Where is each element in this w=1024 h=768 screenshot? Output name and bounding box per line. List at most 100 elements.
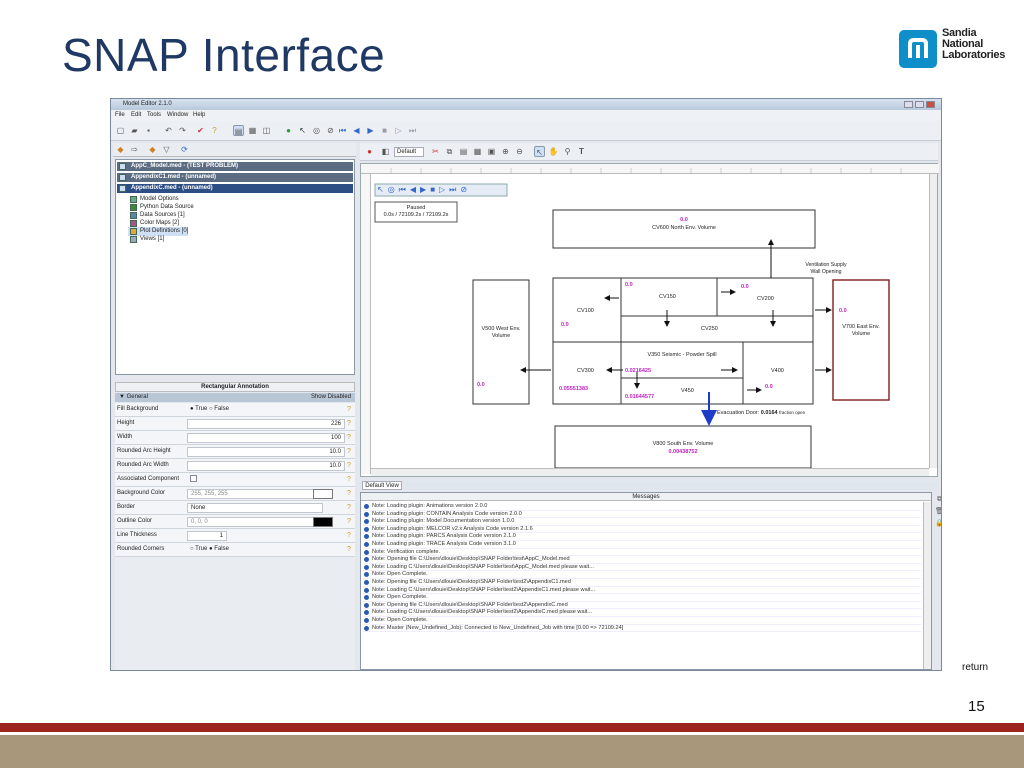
redo-icon[interactable]: ↷ [177,125,188,136]
copy-messages-icon[interactable]: ⧉ [934,494,941,505]
help-icon: ? [347,490,351,497]
v450-value: 0.01644577 [625,394,655,400]
rounded-arc-width-field[interactable]: 10.0 [187,461,345,471]
v350-label: V350 Seismic - Powder Spill [647,352,717,358]
zoom-out-icon[interactable]: ⊖ [514,146,525,157]
background-color-field[interactable]: 255, 255, 255 [187,489,317,499]
tree-item-views[interactable]: Views [1] [128,235,164,244]
properties-group-general[interactable]: ▼ General Show Disabled [115,393,355,402]
close-button[interactable] [926,101,935,108]
tab-default-view[interactable]: Default View [362,481,402,490]
fill-background-radio[interactable]: ● True ○ False [187,405,345,415]
show-disabled-toggle[interactable]: Show Disabled [311,393,351,402]
filter-icon[interactable]: ▽ [161,144,172,155]
messages-header: Messages [361,493,931,501]
outline-color-field[interactable]: 0, 0, 0 [187,517,317,527]
grid-icon[interactable]: ▦ [247,125,258,136]
message-row: Note: Loading C:\Users\dlouie\Desktop\SN… [363,564,921,572]
save-icon[interactable]: ▪ [143,125,154,136]
v700-value: 0.0 [839,308,847,314]
cut-icon[interactable]: ✂ [430,146,441,157]
copy-icon[interactable]: ⧉ [444,146,455,157]
clear-messages-icon[interactable]: 🗑 [934,506,941,517]
run-icon[interactable]: ● [283,125,294,136]
link-icon[interactable]: ⊘ [325,125,336,136]
menu-window[interactable]: Window [167,112,188,118]
back-icon[interactable]: ◆ [115,144,126,155]
message-row: Note: Open Complete. [363,594,921,602]
message-row: Note: Loading plugin: Animations version… [363,503,921,511]
layout-icon[interactable]: ▤ [233,125,244,136]
minimize-button[interactable] [904,101,913,108]
window-titlebar: Model Editor 2.1.0 [111,99,941,110]
background-color-swatch[interactable] [313,489,333,499]
v700-box [832,279,890,401]
pan-tool-icon[interactable]: ✋ [548,146,559,157]
next-frame-icon[interactable]: ▷ [393,125,404,136]
menu-tools[interactable]: Tools [147,112,161,118]
model-navigator-tree: AppC_Model.med - (TEST PROBLEM) Appendix… [115,159,355,375]
stop-icon[interactable]: ■ [379,125,390,136]
print-icon[interactable]: ▣ [486,146,497,157]
prev-frame-icon[interactable]: ◀ [351,125,362,136]
slide-title: SNAP Interface [62,29,386,81]
refresh-icon[interactable]: ⟳ [179,144,190,155]
delete-icon[interactable]: ▦ [472,146,483,157]
footer-tan-band [0,735,1024,768]
zoom-tool-icon[interactable]: ⚲ [562,146,573,157]
split-icon[interactable]: ◫ [261,125,272,136]
menu-edit[interactable]: Edit [131,112,141,118]
text-tool-icon[interactable]: T [576,146,587,157]
prop-rounded-corners: Rounded Corners ○ True ● False? [115,543,355,557]
forward-icon[interactable]: ⇨ [129,144,140,155]
menu-help[interactable]: Help [193,112,205,118]
up-icon[interactable]: ◆ [147,144,158,155]
v400-label: V400 [771,368,784,374]
record-icon[interactable]: ● [364,146,375,157]
outline-color-swatch[interactable] [313,517,333,527]
view-combo[interactable]: Default [394,147,424,157]
zoom-in-icon[interactable]: ⊕ [500,146,511,157]
rounded-arc-height-field[interactable]: 10.0 [187,447,345,457]
playback-buttons[interactable]: ↖◎⏮◀▶■▷⏭⊘ [377,185,471,195]
canvas-horizontal-scrollbar[interactable] [371,468,929,476]
pointer-icon[interactable]: ↖ [297,125,308,136]
width-field[interactable]: 100 [187,433,345,443]
model-canvas[interactable]: ↖◎⏮◀▶■▷⏭⊘ Paused 0.0s / 72109.2s / 72109.… [360,163,939,477]
associated-component-checkbox[interactable] [187,475,345,485]
menu-file[interactable]: File [115,112,125,118]
view-icon[interactable]: ◧ [380,146,391,157]
messages-scrollbar[interactable] [923,502,931,669]
message-row: Note: Loading C:\Users\dlouie\Desktop\SN… [363,587,921,595]
check-icon[interactable]: ✔ [195,125,206,136]
cv150-label: CV150 [659,294,676,300]
maximize-button[interactable] [915,101,924,108]
tree-model-appendixc1[interactable]: AppendixC1.med - (unnamed) [117,173,353,182]
first-frame-icon[interactable]: ⏮ [337,125,348,136]
message-row: Note: Opening file C:\Users\dlouie\Deskt… [363,556,921,564]
message-row: Note: Opening file C:\Users\dlouie\Deskt… [363,602,921,610]
undo-icon[interactable]: ↶ [163,125,174,136]
cv100-value: 0.0 [561,322,569,328]
rounded-corners-radio[interactable]: ○ True ● False [187,545,345,555]
paste-icon[interactable]: ▤ [458,146,469,157]
target-icon[interactable]: ◎ [311,125,322,136]
evacuation-door-label: Evacuation Door: 0.0164 fraction open [717,410,806,416]
line-thickness-spinner[interactable]: 1 [187,531,227,541]
lock-messages-icon[interactable]: 🔒 [934,518,941,529]
height-field[interactable]: 226 [187,419,345,429]
last-frame-icon[interactable]: ⏭ [407,125,418,136]
tree-model-appendixc[interactable]: AppendixC.med - (unnamed) [117,184,353,193]
new-icon[interactable]: ▢ [115,125,126,136]
select-tool-icon[interactable]: ↖ [534,146,545,157]
canvas-vertical-scrollbar[interactable] [929,174,937,468]
open-icon[interactable]: ▰ [129,125,140,136]
help-icon[interactable]: ? [209,125,220,136]
prop-rounded-arc-width: Rounded Arc Width 10.0? [115,459,355,473]
return-link[interactable]: return [962,662,988,673]
tree-model-appc[interactable]: AppC_Model.med - (TEST PROBLEM) [117,162,353,171]
window-title: Model Editor 2.1.0 [123,101,172,107]
main-toolbar: ▢ ▰ ▪ ↶ ↷ ✔ ? ▤ ▦ ◫ ● ↖ ◎ ⊘ ⏮ ◀ ▶ ■ ▷ ⏭ [111,121,941,141]
border-select[interactable]: None [187,503,323,513]
play-icon[interactable]: ▶ [365,125,376,136]
